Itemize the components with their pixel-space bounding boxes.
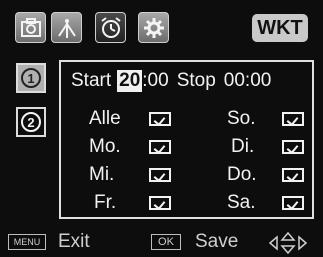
schedule-slot-1[interactable]: 1 — [16, 63, 46, 93]
checkbox-sa[interactable] — [282, 196, 304, 210]
day-label-sa: Sa. — [227, 192, 256, 213]
schedule-panel: Start 20 :00 Stop 00:00 Alle Mo. Mi. Fr.… — [59, 60, 314, 219]
schedule-slot-2[interactable]: 2 — [16, 107, 46, 137]
start-hour-field[interactable]: 20 — [117, 70, 143, 92]
footer-bar: MENU Exit OK Save — [0, 228, 323, 257]
menu-key[interactable]: MENU — [8, 234, 46, 250]
save-label: Save — [195, 231, 239, 252]
gear-icon — [143, 17, 164, 38]
day-label-do: Do. — [227, 164, 257, 185]
stop-time-field[interactable]: 00:00 — [224, 70, 272, 92]
tab-camera[interactable] — [15, 12, 46, 43]
ok-key[interactable]: OK — [151, 234, 181, 250]
tab-settings[interactable] — [138, 12, 169, 43]
time-row: Start 20 :00 Stop 00:00 — [71, 70, 306, 92]
day-label-so: So. — [227, 108, 256, 129]
day-label-mi: Mi. — [89, 164, 115, 185]
tab-alarm[interactable] — [95, 12, 126, 43]
wkt-badge: WKT — [252, 14, 308, 42]
checkbox-fr[interactable] — [149, 196, 171, 210]
checkbox-do[interactable] — [282, 168, 304, 182]
slot-number: 1 — [21, 68, 41, 88]
start-minute-field[interactable]: :00 — [142, 70, 168, 92]
day-label-fr: Fr. — [94, 192, 117, 213]
dpad-navigation-icon — [268, 232, 308, 254]
day-label-di: Di. — [231, 136, 255, 157]
day-label-alle: Alle — [89, 108, 121, 129]
alarm-clock-icon — [100, 16, 121, 38]
antenna-icon — [57, 18, 76, 38]
camera-icon — [20, 17, 41, 37]
checkbox-mi[interactable] — [149, 168, 171, 182]
day-label-mo: Mo. — [89, 136, 121, 157]
slot-number: 2 — [21, 112, 41, 132]
checkbox-so[interactable] — [282, 112, 304, 126]
exit-label: Exit — [58, 231, 90, 252]
checkbox-di[interactable] — [282, 140, 304, 154]
start-label: Start — [71, 70, 112, 91]
checkbox-mo[interactable] — [149, 140, 171, 154]
stop-label: Stop — [176, 70, 216, 91]
checkbox-alle[interactable] — [149, 112, 171, 126]
tab-antenna[interactable] — [51, 12, 82, 43]
